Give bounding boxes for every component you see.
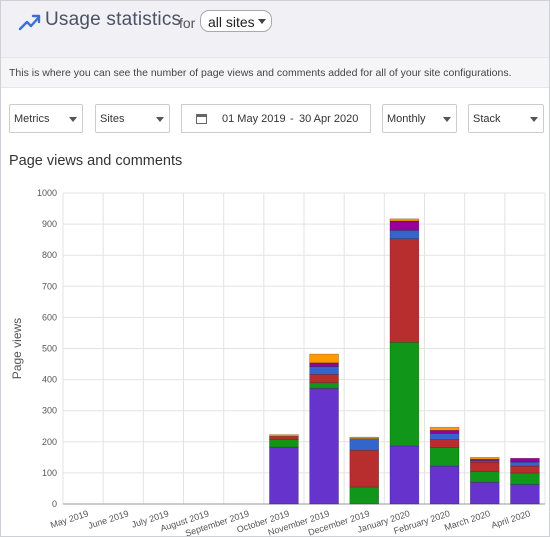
y-tick-label: 0 xyxy=(52,499,57,509)
bar-segment xyxy=(510,457,540,463)
bar-segment xyxy=(429,439,460,448)
bar-segment xyxy=(469,481,500,505)
bar-segment xyxy=(389,220,420,231)
trending-up-icon xyxy=(18,14,41,31)
y-tick-label: 400 xyxy=(42,375,57,385)
bar-segment xyxy=(349,438,380,451)
sites-dropdown-label: Sites xyxy=(100,113,125,125)
mode-dropdown-label: Stack xyxy=(473,113,501,125)
bar-segment xyxy=(429,447,460,467)
bar-segment xyxy=(309,362,339,367)
bar-segment xyxy=(389,445,420,505)
header-bar: Usage statistics for all sites xyxy=(1,1,549,57)
bar-segment xyxy=(269,434,299,437)
info-bar: This is where you can see the number of … xyxy=(1,57,549,88)
site-select-value: all sites xyxy=(208,14,255,30)
bar-segment xyxy=(309,366,339,375)
date-range-picker[interactable]: 01 May 2019 - 30 Apr 2020 xyxy=(181,104,371,133)
bar-segment xyxy=(469,457,500,460)
bar-segment xyxy=(349,449,380,488)
metrics-dropdown-label: Metrics xyxy=(14,113,50,125)
x-tick-label: May 2019 xyxy=(49,508,90,530)
site-select[interactable]: all sites xyxy=(200,10,272,32)
bar-segment xyxy=(429,426,460,431)
bar-segment xyxy=(510,472,540,485)
y-tick-label: 200 xyxy=(42,437,57,447)
for-label: for xyxy=(179,15,196,31)
chevron-down-icon xyxy=(156,117,164,122)
info-text: This is where you can see the number of … xyxy=(9,67,512,79)
bar-segment xyxy=(429,465,460,505)
bar-segment xyxy=(309,353,339,364)
y-tick-label: 300 xyxy=(42,406,57,416)
y-tick-label: 700 xyxy=(42,281,57,291)
bar-segment xyxy=(469,471,500,483)
period-dropdown-label: Monthly xyxy=(387,113,426,125)
y-tick-label: 900 xyxy=(42,219,57,229)
bar-segment xyxy=(469,461,500,472)
bar-segment xyxy=(429,433,460,440)
chevron-down-icon xyxy=(443,117,451,122)
bar-segment xyxy=(510,461,540,467)
y-tick-label: 600 xyxy=(42,312,57,322)
date-from: 01 May 2019 xyxy=(222,113,286,125)
sites-dropdown[interactable]: Sites xyxy=(95,104,170,133)
section-title: Page views and comments xyxy=(9,153,183,169)
bar-segment xyxy=(309,374,339,384)
y-tick-label: 500 xyxy=(42,344,57,354)
y-tick-label: 1000 xyxy=(37,188,57,198)
period-dropdown[interactable]: Monthly xyxy=(382,104,457,133)
stacked-bar-chart: 0 100 200 300 400 500 600 700 800 900 1000 May 2019… xyxy=(10,188,546,537)
bar-segment xyxy=(389,230,420,240)
chevron-down-icon xyxy=(258,19,266,24)
bar-segment xyxy=(510,465,540,474)
mode-dropdown[interactable]: Stack xyxy=(468,104,544,133)
bar-segment xyxy=(429,429,460,434)
bar-segment xyxy=(349,436,380,439)
date-to: 30 Apr 2020 xyxy=(299,113,359,125)
bar-segment xyxy=(309,382,339,389)
bar-segment xyxy=(309,388,339,505)
bar-segment xyxy=(269,439,299,448)
bar-segment xyxy=(510,484,540,505)
bar-segment xyxy=(269,435,299,440)
y-tick-label: 800 xyxy=(42,250,57,260)
bar-segment xyxy=(389,341,420,447)
calendar-icon xyxy=(196,114,207,124)
chevron-down-icon xyxy=(69,117,77,122)
y-tick-label: 100 xyxy=(42,468,57,478)
chevron-down-icon xyxy=(530,117,538,122)
y-axis-label: Page views xyxy=(10,318,24,379)
date-separator: - xyxy=(290,113,294,125)
x-tick-label: April 2020 xyxy=(490,508,532,530)
bar-segment xyxy=(269,446,299,505)
bar-segment xyxy=(389,218,420,222)
x-tick-label: June 2019 xyxy=(87,508,130,531)
x-tick-label: March 2020 xyxy=(443,508,491,532)
bar-segment xyxy=(349,486,380,505)
page-title: Usage statistics xyxy=(45,9,182,30)
bar-segment xyxy=(389,238,420,343)
metrics-dropdown[interactable]: Metrics xyxy=(9,104,83,133)
